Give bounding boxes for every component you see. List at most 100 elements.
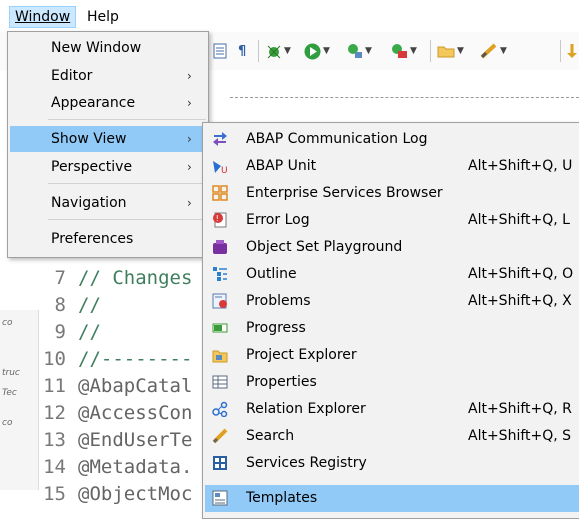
code-line: 10 //-------- xyxy=(38,348,192,370)
view-item-project-explorer[interactable]: Project Explorer xyxy=(205,342,579,369)
line-number: 7 xyxy=(54,267,66,289)
view-item-label: Progress xyxy=(246,320,306,336)
menu-item-label: Editor xyxy=(51,68,93,84)
menu-separator xyxy=(48,183,206,184)
menu-item-label: Appearance xyxy=(51,95,136,111)
communication-log-icon xyxy=(212,131,228,147)
object-set-icon xyxy=(212,239,228,255)
menu-window[interactable]: Window xyxy=(9,6,77,28)
external-tools-icon[interactable]: ▼ xyxy=(390,42,417,60)
line-number: 9 xyxy=(54,321,66,343)
view-item-label: ABAP Unit xyxy=(246,158,317,174)
view-item-label: Outline xyxy=(246,266,297,282)
next-annotation-icon[interactable] xyxy=(566,42,578,60)
view-item-shortcut: Alt+Shift+Q, R xyxy=(468,401,572,417)
view-item-abap-unit[interactable]: U ABAP Unit Alt+Shift+Q, U xyxy=(205,153,579,180)
menu-item-navigation[interactable]: Navigation › xyxy=(10,190,206,216)
templates-icon xyxy=(212,490,228,506)
view-item-label: Error Log xyxy=(246,212,310,228)
menu-item-editor[interactable]: Editor › xyxy=(10,63,206,89)
view-item-object-set-playground[interactable]: Object Set Playground xyxy=(205,234,579,261)
code-text: @AbapCatal xyxy=(78,375,193,397)
line-number: 8 xyxy=(54,294,66,316)
relation-explorer-icon xyxy=(212,401,228,418)
line-number: 10 xyxy=(43,348,66,370)
open-folder-icon[interactable]: ▼ xyxy=(437,42,464,60)
properties-icon xyxy=(212,374,228,390)
menu-help-label: Help xyxy=(87,9,119,25)
view-item-label: Templates xyxy=(246,490,318,506)
services-registry-icon xyxy=(212,455,228,471)
view-item-relation-explorer[interactable]: Relation Explorer Alt+Shift+Q, R xyxy=(205,396,579,423)
menu-item-show-view[interactable]: Show View › xyxy=(10,126,206,152)
enterprise-services-icon xyxy=(212,185,228,201)
code-line: 11 @AbapCatal xyxy=(38,375,192,397)
code-text: @EndUserTe xyxy=(78,429,193,451)
view-item-label: Object Set Playground xyxy=(246,239,403,255)
menu-item-perspective[interactable]: Perspective › xyxy=(10,154,206,180)
view-item-shortcut: Alt+Shift+Q, O xyxy=(468,266,574,282)
menu-item-new-window[interactable]: New Window xyxy=(10,35,206,61)
view-item-problems[interactable]: Problems Alt+Shift+Q, X xyxy=(205,288,579,315)
code-line: 8 // xyxy=(38,294,101,316)
menu-separator xyxy=(48,119,206,120)
document-icon[interactable] xyxy=(213,42,227,60)
view-item-label: Problems xyxy=(246,293,311,309)
pilcrow-icon[interactable]: ¶ xyxy=(238,42,246,60)
view-item-label: Relation Explorer xyxy=(246,401,366,417)
menu-help[interactable]: Help xyxy=(82,6,124,28)
code-text: @AccessCon xyxy=(78,402,193,424)
code-line: 12 @AccessCon xyxy=(38,402,192,424)
menu-item-preferences[interactable]: Preferences xyxy=(10,226,206,252)
code-text: //-------- xyxy=(78,348,193,370)
coverage-icon[interactable]: ▼ xyxy=(346,42,372,60)
debug-icon[interactable]: ▼ xyxy=(266,42,291,60)
strip-fragment: truc xyxy=(2,368,20,378)
view-item-label: ABAP Communication Log xyxy=(246,131,428,147)
view-item-shortcut: Alt+Shift+Q, S xyxy=(468,428,572,444)
menu-separator xyxy=(48,219,206,220)
progress-icon xyxy=(212,320,228,336)
menu-item-label: Show View xyxy=(51,131,127,147)
view-item-error-log[interactable]: ! Error Log Alt+Shift+Q, L xyxy=(205,207,579,234)
code-line: 9 // xyxy=(38,321,101,343)
code-text: @Metadata. xyxy=(78,456,193,478)
view-item-properties[interactable]: Properties xyxy=(205,369,579,396)
submenu-arrow-icon: › xyxy=(187,160,192,174)
view-item-services-registry[interactable]: Services Registry xyxy=(205,450,579,477)
menu-item-appearance[interactable]: Appearance › xyxy=(10,90,206,116)
strip-fragment: Tec xyxy=(2,388,17,398)
submenu-arrow-icon: › xyxy=(187,196,192,210)
pen-icon[interactable]: ▼ xyxy=(480,42,507,60)
view-item-search[interactable]: Search Alt+Shift+Q, S xyxy=(205,423,579,450)
view-item-label: Project Explorer xyxy=(246,347,357,363)
view-item-outline[interactable]: Outline Alt+Shift+Q, O xyxy=(205,261,579,288)
editor-divider xyxy=(230,97,579,98)
view-item-progress[interactable]: Progress xyxy=(205,315,579,342)
window-menu: New Window Editor › Appearance › Show View… xyxy=(7,31,209,258)
view-item-abap-communication-log[interactable]: ABAP Communication Log xyxy=(205,126,579,153)
menu-item-label: Navigation xyxy=(51,195,127,211)
view-item-shortcut: Alt+Shift+Q, L xyxy=(468,212,570,228)
menu-item-label: New Window xyxy=(51,40,142,56)
abap-unit-icon: U xyxy=(212,158,228,176)
view-item-templates[interactable]: Templates xyxy=(205,485,579,512)
code-line: 15 @ObjectMoc xyxy=(38,483,192,505)
outline-icon xyxy=(212,266,228,282)
line-number: 15 xyxy=(43,483,66,505)
code-text: // xyxy=(78,321,101,343)
view-item-shortcut: Alt+Shift+Q, X xyxy=(468,293,572,309)
show-view-submenu: ABAP Communication Log U ABAP Unit Alt+S… xyxy=(202,122,579,519)
run-icon[interactable]: ▼ xyxy=(304,42,330,60)
view-item-label: Properties xyxy=(246,374,317,390)
code-line: 13 @EndUserTe xyxy=(38,429,192,451)
view-item-enterprise-services-browser[interactable]: Enterprise Services Browser xyxy=(205,180,579,207)
search-icon xyxy=(212,428,228,444)
line-number: 11 xyxy=(43,375,66,397)
menu-item-label: Preferences xyxy=(51,231,134,247)
submenu-arrow-icon: › xyxy=(187,69,192,83)
view-item-label: Search xyxy=(246,428,295,444)
svg-text:U: U xyxy=(221,166,228,174)
submenu-arrow-icon: › xyxy=(187,96,192,110)
view-item-label: Enterprise Services Browser xyxy=(246,185,443,201)
